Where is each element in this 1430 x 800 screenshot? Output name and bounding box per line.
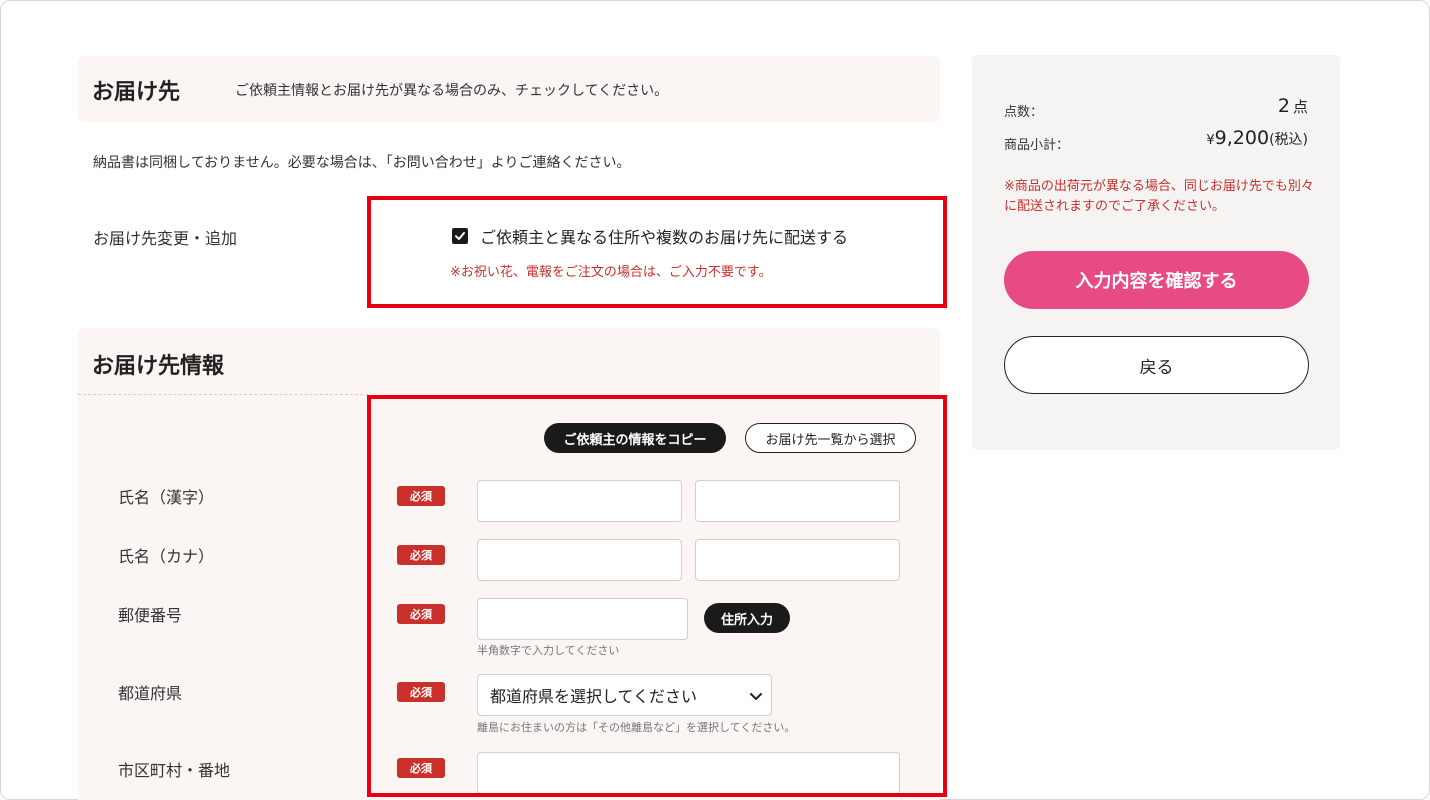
highlight-box-checkbox: [367, 196, 947, 308]
checkbox-label[interactable]: ご依頼主と異なる住所や複数のお届け先に配送する: [480, 224, 848, 248]
section-divider: [78, 394, 368, 395]
delivery-change-label: お届け先変更・追加: [93, 229, 238, 248]
subtotal-value: ¥9,200(税込): [1206, 127, 1308, 149]
shipping-note: ※商品の出荷元が異なる場合、同じお届け先でも別々に配送されますのでご了承ください…: [1004, 179, 1314, 214]
delivery-header: お届け先 ご依頼主情報とお届け先が異なる場合のみ、チェックしてください。: [78, 56, 940, 122]
postal-code-label: 郵便番号: [118, 606, 183, 625]
back-button[interactable]: 戻る: [1004, 336, 1309, 394]
name-kana-label: 氏名（カナ）: [118, 547, 215, 566]
checkbox-note: ※お祝い花、電報をご注文の場合は、ご入力不要です。: [450, 265, 772, 280]
item-count-value: 2点: [1277, 95, 1308, 117]
order-summary-panel: 点数： 2点 商品小計： ¥9,200(税込) ※商品の出荷元が異なる場合、同じ…: [972, 55, 1340, 450]
confirm-input-button[interactable]: 入力内容を確認する: [1004, 251, 1309, 309]
delivery-info-title: お届け先情報: [92, 354, 225, 379]
delivery-header-note: ご依頼主情報とお届け先が異なる場合のみ、チェックしてください。: [235, 83, 669, 99]
invoice-notice: 納品書は同梱しておりません。必要な場合は、「お問い合わせ」よりご連絡ください。: [93, 155, 631, 171]
name-kanji-label: 氏名（漢字）: [118, 488, 215, 507]
item-count-label: 点数：: [1004, 105, 1044, 120]
different-address-checkbox-row[interactable]: ご依頼主と異なる住所や複数のお届け先に配送する: [452, 224, 848, 248]
checkbox-checked-icon[interactable]: [452, 228, 468, 244]
highlight-box-form: [367, 395, 947, 797]
city-address-label: 市区町村・番地: [118, 761, 231, 780]
subtotal-label: 商品小計：: [1004, 138, 1070, 153]
prefecture-label: 都道府県: [118, 684, 183, 703]
delivery-title: お届け先: [92, 80, 181, 105]
